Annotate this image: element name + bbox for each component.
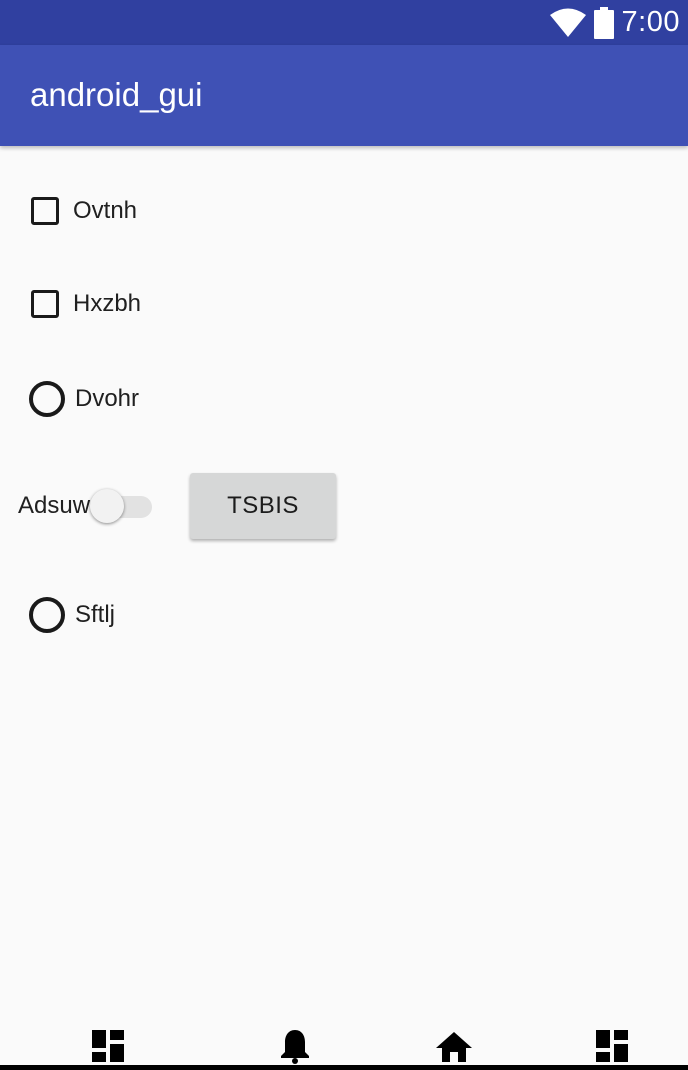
bell-icon — [279, 1028, 311, 1064]
dashboard-icon — [596, 1030, 628, 1062]
battery-icon — [593, 6, 614, 39]
switch-toggle[interactable] — [88, 486, 153, 526]
checkbox-label: Ovtnh — [73, 197, 138, 224]
home-icon — [436, 1030, 472, 1062]
radio-sftlj[interactable]: Sftlj — [29, 596, 115, 634]
switch-label: Adsuw — [18, 492, 91, 519]
checkbox-label: Hxzbh — [73, 290, 142, 317]
radio-label: Sftlj — [75, 601, 116, 628]
switch-adsuw[interactable]: Adsuw — [18, 486, 153, 526]
app-title: android_gui — [30, 76, 203, 113]
dashboard-icon — [92, 1030, 124, 1062]
app-bar: android_gui — [0, 45, 688, 146]
switch-thumb — [90, 489, 125, 523]
checkbox-box[interactable] — [31, 197, 59, 225]
nav-item-dashboard[interactable] — [88, 1026, 128, 1066]
wifi-icon — [549, 8, 586, 38]
radio-circle[interactable] — [29, 381, 65, 417]
nav-item-dashboard-2[interactable] — [592, 1026, 632, 1066]
radio-dvohr[interactable]: Dvohr — [29, 380, 139, 418]
status-bar: 7:00 — [0, 0, 688, 45]
checkbox-hxzbh[interactable]: Hxzbh — [31, 288, 141, 320]
radio-label: Dvohr — [75, 385, 140, 412]
radio-circle[interactable] — [29, 597, 65, 633]
tsbis-button[interactable]: TSBIS — [190, 473, 336, 539]
bottom-nav — [0, 1020, 688, 1070]
status-time: 7:00 — [621, 6, 680, 38]
app-screen: 7:00 android_gui Ovtnh Hxzbh Dvohr Adsuw… — [0, 0, 688, 1070]
nav-item-notifications[interactable] — [275, 1026, 315, 1066]
checkbox-box[interactable] — [31, 290, 59, 318]
checkbox-ovtnh[interactable]: Ovtnh — [31, 195, 137, 227]
status-icons: 7:00 — [549, 0, 680, 45]
bottom-edge-bar — [0, 1065, 688, 1070]
nav-item-home[interactable] — [434, 1026, 474, 1066]
